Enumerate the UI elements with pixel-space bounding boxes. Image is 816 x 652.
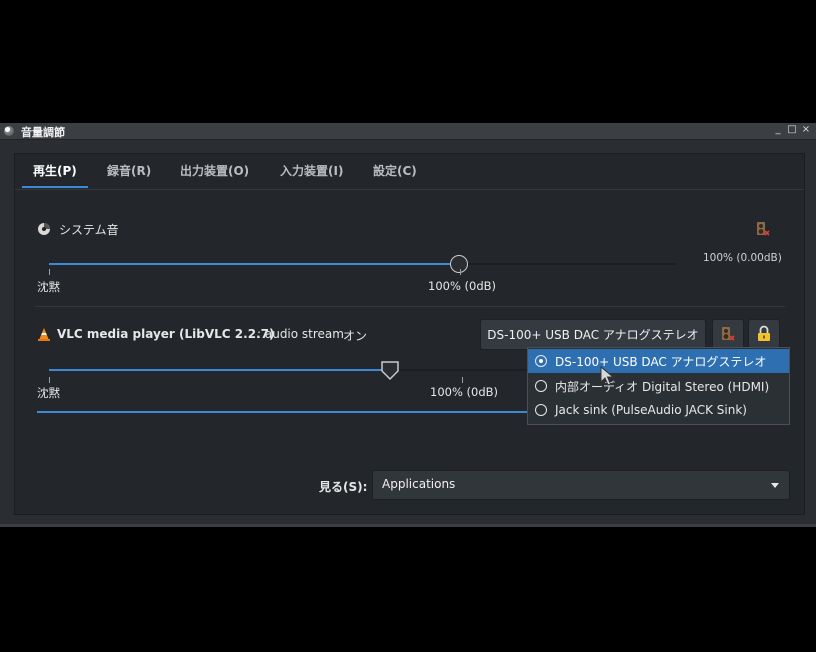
minimize-button[interactable]: _: [773, 124, 783, 135]
tab-input-devices[interactable]: 入力装置(I): [280, 162, 343, 179]
volume-control-window: 音量調節 _ □ × 再生(P) 録音(R) 出力装置(O) 入力装置(I) 設…: [0, 123, 816, 527]
show-filter-combobox[interactable]: Applications: [372, 470, 790, 500]
vlc-app-name: VLC media player (LibVLC 2.2.7): [57, 327, 275, 341]
vlc-slider-fill: [49, 369, 389, 371]
vlc-mid-label: 100% (0dB): [430, 385, 499, 399]
row-divider: [35, 306, 785, 307]
show-filter-value: Applications: [382, 477, 456, 491]
device-option-usb-dac[interactable]: DS-100+ USB DAC アナログステレオ: [528, 349, 789, 373]
system-sound-slider-fill: [49, 263, 460, 265]
device-option-jack[interactable]: Jack sink (PulseAudio JACK Sink): [528, 398, 789, 422]
system-sound-slider-handle[interactable]: [450, 255, 468, 273]
window-bottom-border: [0, 524, 816, 527]
lock-icon: [758, 325, 770, 341]
tab-recording[interactable]: 録音(R): [107, 162, 151, 179]
output-device-menu: DS-100+ USB DAC アナログステレオ 内部オーディオ Digital…: [527, 347, 790, 425]
tab-playback[interactable]: 再生(P): [33, 162, 77, 179]
chevron-down-icon: [771, 483, 779, 488]
slider-mid-tick: [462, 377, 463, 383]
slider-min-tick: [49, 377, 50, 383]
device-option-label: 内部オーディオ Digital Stereo (HDMI): [555, 379, 770, 394]
system-sound-min-label: 沈黙: [37, 280, 60, 294]
main-panel: 再生(P) 録音(R) 出力装置(O) 入力装置(I) 設定(C) システム音 …: [14, 153, 805, 515]
window-title: 音量調節: [21, 126, 65, 139]
vlc-level-meter: [37, 411, 527, 413]
radio-unselected-icon: [535, 380, 547, 392]
close-button[interactable]: ×: [801, 124, 811, 135]
slider-mid-tick: [460, 269, 461, 275]
system-sound-icon: [38, 223, 50, 235]
radio-unselected-icon: [535, 404, 547, 416]
system-sound-mid-label: 100% (0dB): [428, 279, 497, 293]
vlc-cone-icon: [38, 328, 50, 341]
speaker-mute-icon: [722, 327, 735, 341]
slider-min-tick: [49, 269, 50, 275]
vlc-stream-state: オン: [343, 329, 368, 343]
app-speaker-icon: [4, 126, 14, 136]
title-bar: 音量調節 _ □ ×: [0, 123, 816, 140]
output-device-button[interactable]: DS-100+ USB DAC アナログステレオ: [480, 319, 706, 350]
active-tab-indicator: [22, 186, 88, 188]
device-option-label: Jack sink (PulseAudio JACK Sink): [555, 403, 747, 417]
system-sound-label: システム音: [59, 223, 119, 237]
system-sound-value: 100% (0.00dB): [703, 252, 782, 264]
tab-output-devices[interactable]: 出力装置(O): [180, 162, 249, 179]
lock-channels-button[interactable]: [748, 319, 780, 350]
tab-bar: 再生(P) 録音(R) 出力装置(O) 入力装置(I) 設定(C): [15, 154, 804, 188]
device-option-label: DS-100+ USB DAC アナログステレオ: [555, 354, 767, 369]
maximize-button[interactable]: □: [787, 124, 797, 135]
tab-settings[interactable]: 設定(C): [373, 162, 417, 179]
show-filter-label: 見る(S):: [319, 480, 368, 494]
vlc-min-label: 沈黙: [37, 386, 60, 400]
vlc-mute-button[interactable]: [712, 319, 744, 350]
device-option-hdmi[interactable]: 内部オーディオ Digital Stereo (HDMI): [528, 374, 789, 398]
radio-selected-icon: [535, 355, 547, 367]
mouse-cursor-icon: [600, 366, 614, 386]
output-device-button-label: DS-100+ USB DAC アナログステレオ: [487, 328, 699, 342]
vlc-stream-label: : audio stream: [257, 327, 344, 341]
vlc-slider-handle[interactable]: [380, 360, 400, 382]
speaker-mute-icon[interactable]: [756, 221, 770, 237]
tab-divider: [15, 189, 804, 190]
